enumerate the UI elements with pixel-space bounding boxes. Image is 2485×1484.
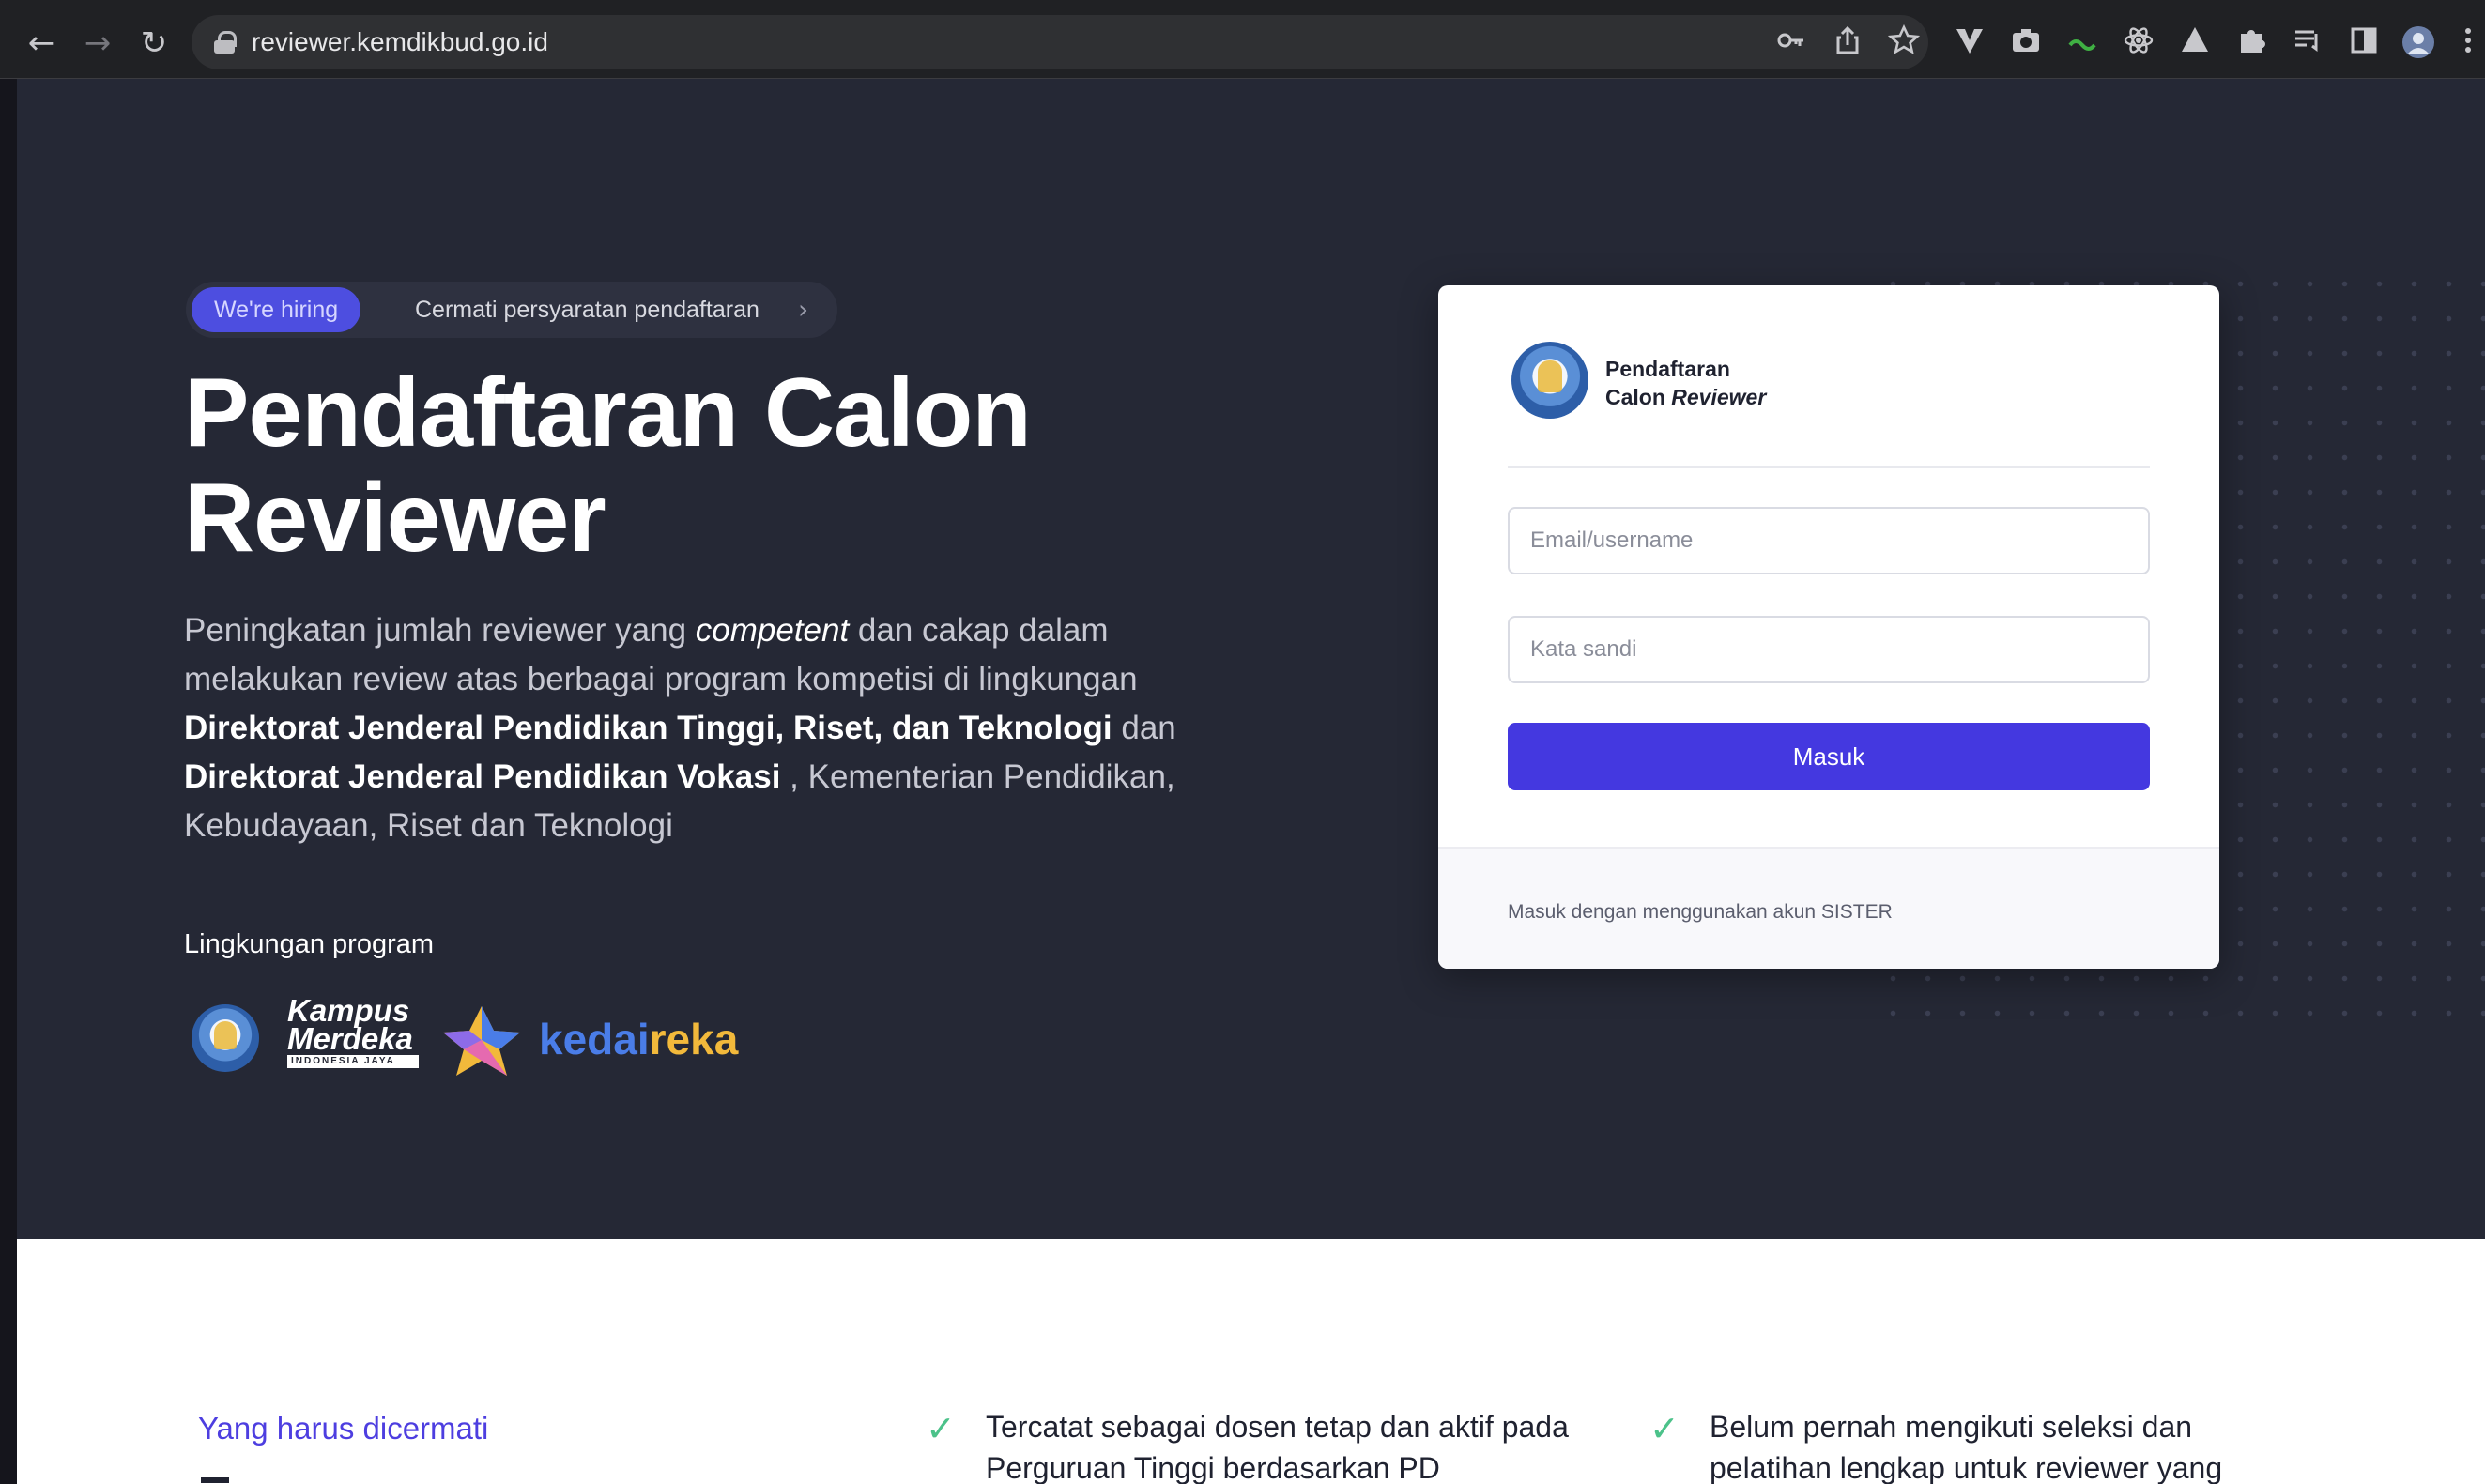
password-field[interactable] [1508,616,2150,683]
desc-bold-dikti: Direktorat Jenderal Pendidikan Tinggi, R… [184,710,1112,746]
check-icon: ✓ [926,1408,956,1449]
program-logos: Kampus Merdeka INDONESIA JAYA kedaireka [192,995,774,1081]
hiring-badge[interactable]: We're hiring [192,287,361,332]
requirement-text: Belum pernah mengikuti seleksi dan pelat… [1710,1410,2223,1484]
hiring-announcement[interactable]: We're hiring Cermati persyaratan pendaft… [186,282,837,338]
page-description: Peningkatan jumlah reviewer yang compete… [184,606,1235,850]
km-tagline: INDONESIA JAYA [287,1055,419,1068]
forward-icon[interactable]: → [79,24,116,62]
profile-avatar[interactable] [2400,24,2437,62]
camera-icon[interactable] [2007,24,2045,62]
desc-emphasis: competent [695,612,850,649]
kedaireka-logo: kedaireka [539,1014,738,1064]
sister-login-link[interactable]: Masuk dengan menggunakan akun SISTER [1508,899,1893,926]
requirements-section: Yang harus dicermati ✓ Tercatat sebagai … [17,1239,2485,1484]
reading-list-icon[interactable] [2289,24,2326,62]
brand-line-1: Pendaftaran [1605,357,1730,381]
program-label: Lingkungan program [184,929,435,959]
address-bar[interactable]: reviewer.kemdikbud.go.id [192,15,1928,69]
desc-part-1: Peningkatan jumlah reviewer yang [184,612,696,649]
vivaldi-icon[interactable] [1951,24,1988,62]
bw-extension-icon[interactable] [2063,24,2101,62]
kedai-word: kedai [539,1015,650,1063]
requirement-item: ✓ Tercatat sebagai dosen tetap dan aktif… [926,1406,1587,1484]
share-icon[interactable] [1829,24,1866,62]
page-title: Pendaftaran Calon Reviewer [184,360,1311,571]
page-title-line-2: Reviewer [184,464,606,573]
kedaireka-star-icon [443,1006,520,1076]
hiring-link-text[interactable]: Cermati persyaratan pendaftaran [415,295,759,325]
card-divider [1508,466,2150,468]
requirement-text: Tercatat sebagai dosen tetap dan aktif p… [986,1410,1569,1484]
card-footer: Masuk dengan menggunakan akun SISTER [1438,847,2219,969]
sidebar-icon[interactable] [2345,24,2383,62]
drive-icon[interactable] [2176,24,2214,62]
login-button[interactable]: Masuk [1508,723,2150,790]
reload-icon[interactable]: ↻ [135,24,173,62]
brand-line-2b: Reviewer [1671,385,1767,409]
desc-part-3: dan [1112,710,1176,746]
puzzle-icon[interactable] [2232,24,2270,62]
key-icon[interactable] [1772,24,1810,62]
kemdikbud-seal-logo [192,1004,259,1072]
login-card: Pendaftaran Calon Reviewer Masuk Masuk d… [1438,285,2219,969]
back-icon[interactable]: ← [23,24,60,62]
chevron-right-icon: › [798,294,809,325]
browser-toolbar: ← → ↻ reviewer.kemdikbud.go.id [0,0,2485,79]
lock-icon[interactable] [214,31,237,54]
kemdikbud-seal-icon [1511,342,1588,419]
desc-bold-vokasi: Direktorat Jenderal Pendidikan Vokasi [184,758,781,795]
requirement-item: ✓ Belum pernah mengikuti seleksi dan pel… [1649,1406,2310,1484]
address-url: reviewer.kemdikbud.go.id [252,27,548,56]
page-title-line-1: Pendaftaran Calon [184,359,1032,467]
reka-word: reka [649,1015,739,1063]
section-underline [201,1477,229,1483]
check-icon: ✓ [1649,1408,1680,1449]
brand-line-2a: Calon [1605,385,1672,409]
km-line-2: Merdeka [287,1021,413,1056]
section-label: Yang harus dicermati [198,1411,489,1446]
react-devtools-icon[interactable] [2120,24,2157,62]
kampus-merdeka-logo: Kampus Merdeka INDONESIA JAYA [287,995,419,1068]
email-field[interactable] [1508,507,2150,574]
more-menu-icon[interactable] [2454,24,2482,62]
card-brand: Pendaftaran Calon Reviewer [1605,355,1766,411]
star-icon[interactable] [1885,23,1923,62]
